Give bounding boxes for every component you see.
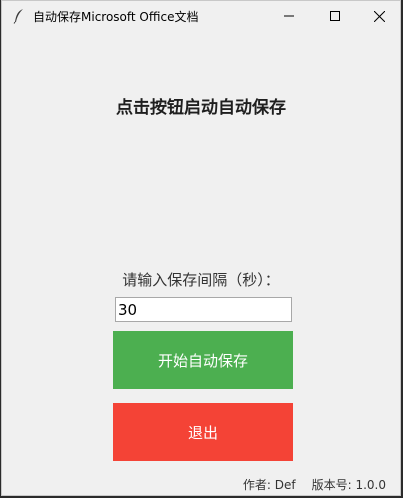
- footer: 作者: Def 版本号: 1.0.0: [243, 476, 386, 493]
- version-label: 版本号: 1.0.0: [311, 478, 386, 492]
- maximize-button[interactable]: [312, 1, 358, 31]
- maximize-icon: [330, 11, 340, 21]
- title-bar[interactable]: 自动保存Microsoft Office文档: [2, 1, 400, 31]
- interval-label: 请输入保存间隔（秒）：: [122, 271, 280, 289]
- feather-icon: [13, 9, 23, 24]
- close-button[interactable]: [356, 1, 402, 31]
- window-title: 自动保存Microsoft Office文档: [33, 10, 199, 24]
- minimize-icon: [284, 15, 294, 17]
- close-icon: [373, 10, 385, 22]
- app-window: 自动保存Microsoft Office文档 点击按钮启动自动保存 请输入保存间…: [1, 0, 401, 496]
- interval-input[interactable]: [115, 297, 292, 322]
- page-heading: 点击按钮启动自动保存: [116, 98, 286, 118]
- start-autosave-button[interactable]: 开始自动保存: [113, 331, 293, 389]
- minimize-button[interactable]: [266, 1, 312, 31]
- author-label: 作者: Def: [242, 478, 296, 492]
- exit-button[interactable]: 退出: [113, 403, 293, 461]
